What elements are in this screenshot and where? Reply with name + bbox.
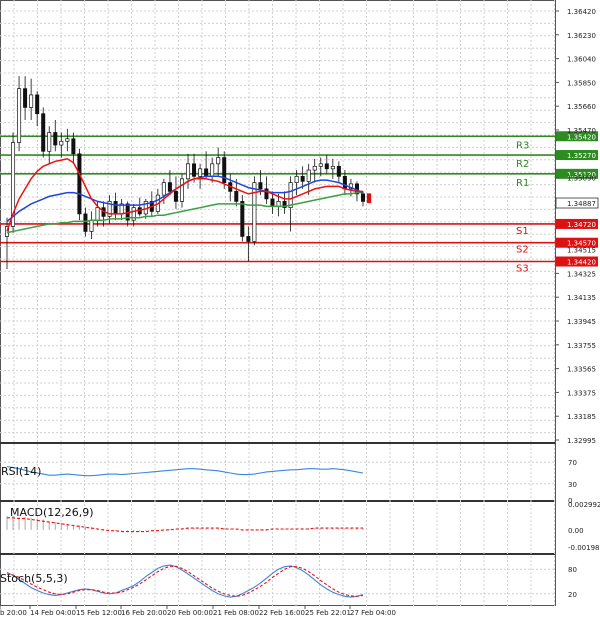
- candle-body: [17, 88, 22, 143]
- candle-body: [71, 138, 76, 155]
- candle-body: [324, 163, 329, 170]
- candle-body: [258, 182, 263, 190]
- time-tick-label: 14 Feb 04:00: [30, 609, 76, 617]
- support-label: S1: [516, 226, 529, 237]
- candle-body: [186, 163, 191, 180]
- support-label: S2: [516, 245, 529, 256]
- price-tick-label: 1.35470: [567, 127, 596, 135]
- time-tick-label: 16 Feb 20:00: [121, 609, 167, 617]
- time-tick-label: 15 Feb 12:00: [76, 609, 122, 617]
- candle-body: [252, 182, 257, 242]
- candle-body: [216, 157, 221, 165]
- macd-signal-line: [7, 517, 363, 533]
- time-tick-label: b 20:00: [0, 609, 27, 617]
- price-tick-label: 1.33755: [567, 342, 596, 350]
- candle-body: [306, 169, 311, 182]
- price-tick-label: 1.35850: [567, 79, 596, 87]
- candle-body: [312, 165, 317, 171]
- candle-body: [167, 182, 172, 192]
- resistance-label: R2: [516, 159, 529, 170]
- candle-body: [330, 165, 335, 170]
- current-price-label: 1.34887: [567, 200, 596, 208]
- candle-body: [23, 88, 28, 108]
- candle-body: [89, 219, 94, 232]
- candle-body: [65, 138, 70, 142]
- rsi-line: [6, 465, 364, 477]
- candle-body: [300, 175, 305, 182]
- candle-body: [294, 175, 299, 183]
- stoch-title: Stoch(5,5,3): [0, 572, 68, 585]
- price-tick-label: 1.35090: [567, 175, 596, 183]
- support-label: S3: [516, 264, 529, 275]
- candle-body: [77, 153, 82, 215]
- candle-body: [29, 94, 34, 108]
- price-tick-label: 1.33945: [567, 318, 596, 326]
- rsi-tick-label: 30: [568, 481, 577, 489]
- candle-body: [161, 182, 166, 196]
- candle-body: [276, 201, 281, 207]
- price-tag-label: 1.34720: [567, 221, 596, 229]
- stoch-tick-label: 20: [568, 591, 577, 599]
- time-tick-label: 20 Feb 00:00: [167, 609, 213, 617]
- rsi-tick-label: 70: [568, 459, 577, 467]
- moving-average-green: [6, 191, 363, 234]
- candle-body: [204, 168, 209, 177]
- resistance-label: R3: [516, 140, 529, 151]
- macd-tick-label: 0.002992: [568, 501, 600, 509]
- candle-body: [342, 175, 347, 190]
- price-tick-label: 1.33565: [567, 366, 596, 374]
- chart: R11.35120R21.35270R31.35420S11.34720S21.…: [0, 0, 600, 617]
- candle-body: [246, 236, 251, 242]
- candle-body: [35, 94, 40, 115]
- candle-body: [234, 191, 239, 202]
- macd-tick-label: 0.00: [568, 527, 584, 535]
- candle-body: [95, 207, 100, 221]
- candle-body: [41, 113, 46, 152]
- candle-body: [53, 132, 58, 146]
- price-tick-label: 1.33375: [567, 389, 596, 397]
- candle-body: [47, 132, 52, 152]
- candle-body: [113, 201, 118, 215]
- price-tag-label: 1.34515: [567, 247, 596, 255]
- macd-tick-label: -0.001985: [568, 544, 600, 552]
- price-tick-label: 1.34135: [567, 294, 596, 302]
- price-tick-label: 1.36230: [567, 32, 596, 40]
- candle-body: [83, 213, 88, 232]
- candle-body: [336, 165, 341, 177]
- candle-body-current: [366, 193, 372, 204]
- price-tick-label: 1.32995: [567, 437, 596, 445]
- resistance-label: R1: [516, 178, 529, 189]
- indicator-panels: RSI(14)70300MACD(12,26,9)0.0029920.00-0.…: [0, 459, 600, 599]
- time-tick-label: 22 Feb 16:00: [259, 609, 305, 617]
- price-tag-label: 1.35270: [567, 152, 596, 160]
- candle-body: [264, 188, 269, 200]
- time-tick-label: 27 Feb 04:00: [350, 609, 396, 617]
- candle-body: [270, 198, 275, 207]
- candle-body: [288, 182, 293, 209]
- macd-title: MACD(12,26,9): [10, 506, 94, 519]
- candle-body: [318, 163, 323, 167]
- price-tick-label: 1.35660: [567, 103, 596, 111]
- price-tick-label: 1.33185: [567, 413, 596, 421]
- moving-average-red: [6, 158, 363, 232]
- price-tag-label: 1.34420: [567, 259, 596, 267]
- time-tick-label: 21 Feb 08:00: [213, 609, 259, 617]
- time-tick-label: 25 Feb 22:01: [305, 609, 351, 617]
- candle-body: [210, 163, 215, 177]
- candle-body: [198, 168, 203, 177]
- stoch-tick-label: 80: [568, 566, 577, 574]
- time-axis: b 20:00 14 Feb 04:00 15 Feb 12:00 16 Feb 20…: [0, 606, 396, 617]
- price-tick-label: 1.34325: [567, 270, 596, 278]
- rsi-title: RSI(14): [1, 465, 41, 478]
- candle-body: [179, 178, 184, 202]
- candle-body: [192, 163, 197, 177]
- price-tick-label: 1.36420: [567, 8, 596, 16]
- candle-body: [173, 191, 178, 202]
- candle-body: [59, 140, 64, 146]
- candle-body: [360, 193, 366, 202]
- price-tick-label: 1.36040: [567, 56, 596, 64]
- candle-body: [240, 201, 245, 237]
